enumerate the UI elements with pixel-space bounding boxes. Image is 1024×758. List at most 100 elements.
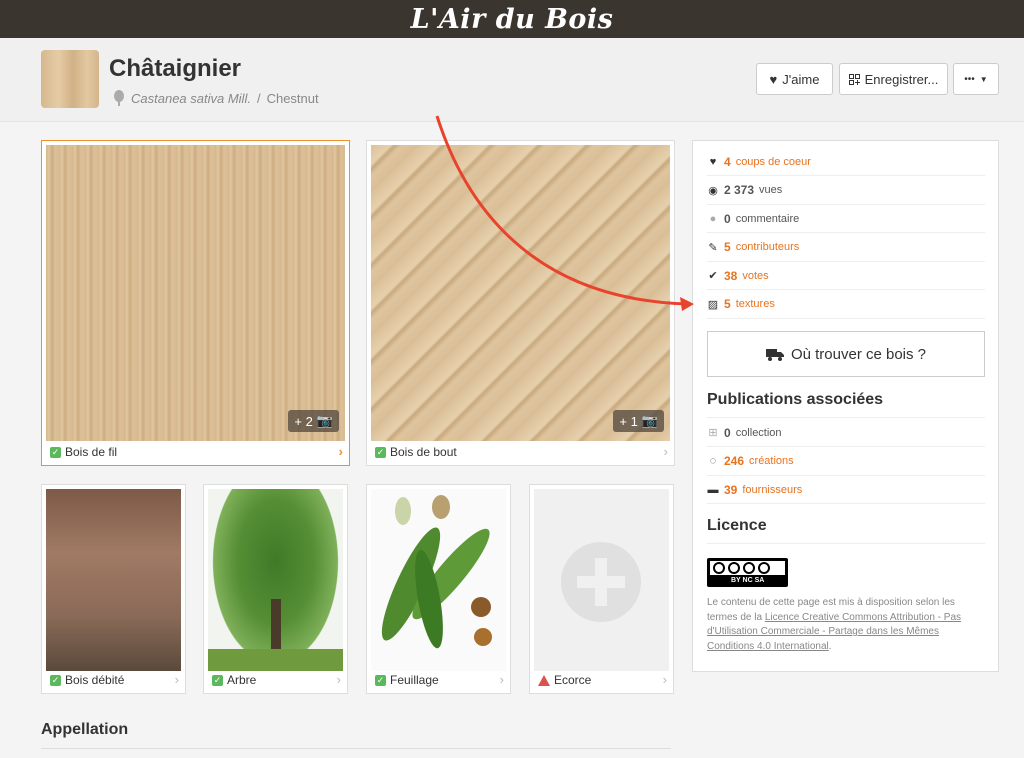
caret-down-icon: ▼ (979, 74, 988, 84)
contributors-icon: ✎ (708, 241, 718, 254)
check-icon: ✔ (708, 270, 718, 282)
latin-name: Castanea sativa Mill. (131, 90, 251, 106)
comment-icon: ● (709, 212, 717, 225)
truck-icon (765, 348, 784, 361)
card-label-text: Ecorce (554, 673, 592, 687)
plus-icon (561, 542, 641, 622)
end-grain-image (371, 145, 670, 441)
sawn-wood-image (46, 489, 181, 671)
camera-icon: 📷 (641, 413, 658, 428)
species-subtitle: Castanea sativa Mill. / Chestnut (113, 90, 319, 106)
name-separator: / (256, 90, 261, 106)
add-photo-placeholder[interactable] (534, 489, 669, 671)
publication-value: 39 (724, 482, 738, 497)
gallery-card-arbre[interactable]: ✓ Arbre › (203, 484, 348, 694)
photo-count-badge[interactable]: + 2 📷 (288, 410, 339, 432)
stat-value: 5 (724, 297, 731, 311)
photo-count-badge[interactable]: + 1 📷 (613, 410, 664, 432)
chevron-right-icon: › (499, 672, 504, 687)
more-dots-icon: ••• (964, 73, 975, 85)
stat-value: 0 (724, 211, 731, 226)
stat-value: 2 373 (724, 183, 755, 197)
check-icon: ✓ (212, 674, 223, 686)
chevron-right-icon: › (662, 672, 667, 687)
stat-label: votes (742, 269, 769, 282)
chevron-right-icon: › (336, 672, 341, 687)
stat-label: coups de coeur (735, 155, 811, 168)
eye-icon: ◉ (708, 184, 718, 197)
tree-icon (114, 90, 124, 106)
cc-license-badge[interactable]: BY NC SA (707, 558, 788, 587)
bookmark-grid-icon (848, 73, 860, 85)
stat-contributeurs[interactable]: ✎ 5 contributeurs (707, 234, 985, 262)
card-label-text: Bois de fil (65, 445, 118, 459)
publication-collection: ⊞ 0 collection (707, 419, 985, 447)
publication-fournisseurs[interactable]: ▬ 39 fournisseurs (707, 476, 985, 504)
where-to-find-label: Où trouver ce bois ? (790, 345, 927, 363)
stat-votes[interactable]: ✔ 38 votes (707, 262, 985, 290)
chevron-right-icon: › (174, 672, 179, 687)
stat-coups-de-coeur[interactable]: ♥ 4 coups de coeur (707, 148, 985, 176)
divider (707, 417, 985, 418)
publication-value: 0 (724, 425, 731, 440)
gallery-card-bois-de-bout[interactable]: + 1 📷 ✓ Bois de bout › (366, 140, 675, 466)
licence-title: Licence (707, 517, 767, 534)
card-label-text: Bois de bout (390, 445, 457, 459)
stat-textures[interactable]: ▨ 5 textures (707, 291, 985, 319)
publication-créations[interactable]: ◌ 246 créations (707, 448, 985, 476)
cc-badge-text: BY NC SA (731, 577, 765, 584)
stat-label: contributeurs (735, 241, 800, 253)
camera-icon: 📷 (316, 413, 333, 428)
wood-grain-image (46, 145, 345, 441)
stat-label: vues (759, 184, 783, 196)
more-menu-button[interactable]: ••• ▼ (953, 63, 999, 95)
photo-count: + 2 (294, 413, 313, 429)
like-button[interactable]: ♥ J'aime (756, 63, 833, 95)
foliage-illustration (371, 489, 506, 671)
publication-label: créations (749, 455, 794, 467)
like-button-label: J'aime (782, 71, 820, 87)
stat-label: textures (735, 298, 775, 310)
texture-icon: ▨ (707, 298, 719, 311)
appellation-title: Appellation (41, 721, 129, 738)
gallery-card-ecorce[interactable]: Ecorce › (529, 484, 674, 694)
topbar: L'Air du Bois (0, 0, 1024, 38)
divider (707, 543, 985, 544)
gallery-card-bois-de-fil[interactable]: + 2 📷 ✓ Bois de fil › (41, 140, 350, 466)
species-thumbnail (41, 50, 99, 108)
card-label-text: Feuillage (390, 673, 439, 687)
gallery-card-feuillage[interactable]: ✓ Feuillage › (366, 484, 511, 694)
english-name: Chestnut (266, 90, 319, 106)
check-icon: ✓ (375, 446, 386, 458)
stat-commentaire: ● 0 commentaire (707, 205, 985, 233)
licence-text: Le contenu de cette page est mis à dispo… (707, 596, 985, 654)
collection-icon: ⊞ (708, 427, 718, 439)
card-label: ✓ Bois de fil (50, 445, 117, 459)
species-header: Châtaignier Castanea sativa Mill. / Ches… (0, 38, 1024, 122)
stat-vues: ◉ 2 373 vues (707, 177, 985, 205)
licence-text-end: . (828, 640, 832, 652)
card-label-text: Arbre (227, 673, 257, 687)
sidebar-panel: ♥ 4 coups de coeur ◉ 2 373 vues ● 0 commentaire ✎… (692, 140, 999, 672)
tree-image (208, 489, 343, 671)
stat-label: commentaire (735, 212, 800, 225)
chevron-right-icon: › (338, 444, 343, 459)
publication-value: 246 (724, 454, 745, 468)
stat-value: 38 (724, 268, 738, 283)
check-icon: ✓ (375, 674, 386, 686)
where-to-find-button[interactable]: Où trouver ce bois ? (707, 331, 985, 377)
card-label: ✓ Bois débité (50, 673, 124, 687)
publication-label: fournisseurs (742, 483, 803, 496)
heart-icon: ♥ (769, 71, 778, 87)
card-label-text: Bois débité (65, 673, 125, 687)
publications-title: Publications associées (707, 391, 884, 408)
site-logo[interactable]: L'Air du Bois (411, 4, 614, 35)
stat-value: 5 (724, 240, 731, 254)
card-label: ✓ Feuillage (375, 673, 439, 687)
publication-label: collection (735, 426, 782, 439)
creation-icon: ◌ (709, 455, 717, 467)
gallery-card-bois-debite[interactable]: ✓ Bois débité › (41, 484, 186, 694)
save-button[interactable]: Enregistrer... (839, 63, 948, 95)
save-button-label: Enregistrer... (864, 71, 939, 87)
card-label: Ecorce (538, 673, 591, 687)
